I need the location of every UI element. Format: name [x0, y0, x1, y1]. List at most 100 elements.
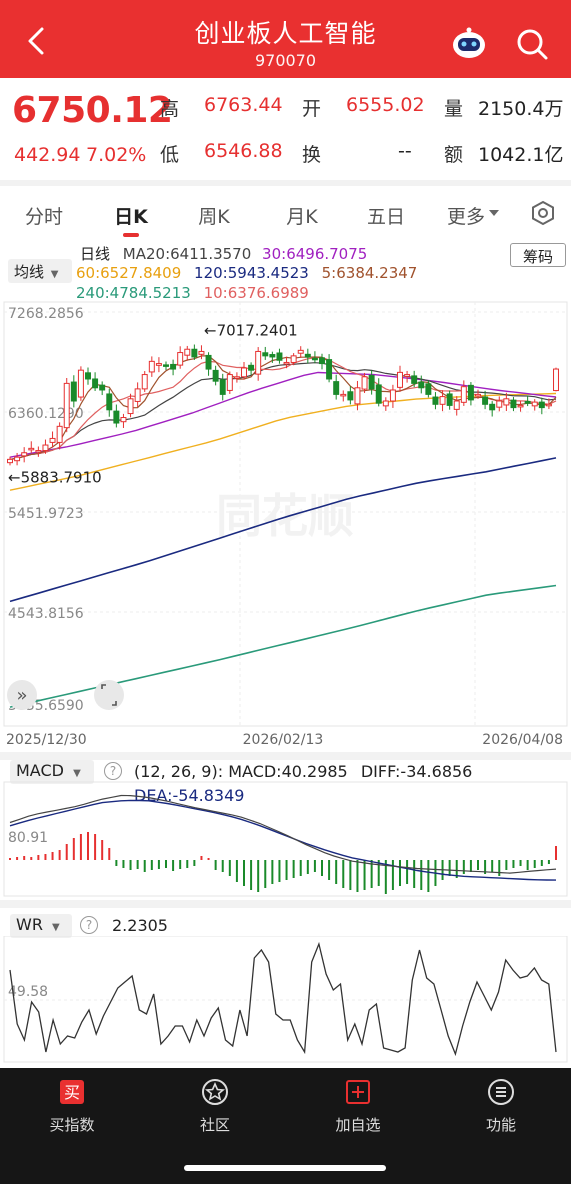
candle-body — [77, 369, 84, 398]
tab-daily-k[interactable]: 日K — [106, 202, 156, 229]
candle-body — [177, 352, 184, 366]
period-label: 日线 — [80, 245, 111, 263]
volume-value: 2150.4万 — [478, 98, 564, 120]
y-axis-label: 5451.9723 — [8, 506, 84, 522]
candle-body — [425, 383, 432, 395]
candle-body — [85, 372, 91, 380]
candle-body — [226, 374, 233, 391]
candle-body — [219, 379, 226, 395]
candle-body — [233, 376, 240, 379]
candle-body — [375, 384, 382, 404]
double-chevron-icon: » — [16, 685, 27, 706]
candle-body — [7, 458, 13, 464]
macd-legend: (12, 26, 9): MACD:40.2985 DIFF:-34.6856 — [134, 762, 472, 781]
community-icon — [202, 1079, 228, 1105]
ma30-value: 30:6496.7075 — [262, 245, 368, 263]
candle-body — [304, 353, 311, 358]
candle-body — [517, 404, 524, 408]
candle-body — [255, 350, 262, 375]
ma240-line — [9, 584, 557, 708]
candle-body — [49, 437, 56, 443]
wr-selector[interactable]: WR ▼ — [10, 914, 72, 938]
candle-body — [106, 393, 113, 411]
help-icon[interactable]: ? — [80, 916, 98, 934]
nav-label: 功能 — [485, 1116, 516, 1134]
kline-chart[interactable]: 同花顺7268.28566360.12905451.97234543.81563… — [0, 300, 571, 756]
ma20-value: MA20:6411.3570 — [122, 245, 252, 263]
ma20-line — [9, 362, 557, 460]
nav-label: 社区 — [199, 1116, 230, 1134]
candle-body — [70, 381, 77, 402]
chevron-down-icon[interactable] — [488, 208, 500, 218]
candle-body — [205, 354, 212, 370]
candle-body — [326, 359, 333, 380]
candle-body — [489, 403, 496, 411]
tab-monthly-k[interactable]: 月K — [276, 202, 328, 229]
candle-body — [524, 400, 531, 404]
candle-body — [198, 350, 205, 355]
macd-axis-label: 80.91 — [8, 830, 48, 846]
open-label: 开 — [302, 98, 322, 120]
macd-chart[interactable]: 80.91 — [0, 780, 571, 900]
watermark: 同花顺 — [216, 489, 354, 543]
ma-selector-label: 均线 — [14, 263, 45, 281]
divider — [0, 900, 571, 908]
candle-body — [354, 387, 361, 405]
wr-chart[interactable]: 49.58 — [0, 936, 571, 1064]
candle-body — [56, 425, 63, 443]
menu-icon — [488, 1079, 514, 1105]
wr-frame — [3, 936, 568, 1063]
home-indicator — [184, 1165, 386, 1171]
macd-label: MACD — [16, 761, 64, 780]
tab-intraday[interactable]: 分时 — [22, 202, 66, 229]
candle-body — [35, 450, 42, 453]
candle-body — [134, 388, 141, 402]
search-icon[interactable] — [514, 26, 550, 62]
candle-body — [92, 378, 99, 389]
candle-body — [333, 381, 340, 395]
candle-body — [283, 361, 290, 365]
candle-body — [496, 400, 503, 408]
robot-assistant-icon[interactable] — [450, 26, 488, 60]
ma5-line — [9, 355, 557, 460]
volume-label: 量 — [444, 98, 464, 120]
help-icon[interactable]: ? — [104, 762, 122, 780]
tab-weekly-k[interactable]: 周K — [188, 202, 240, 229]
candle-body — [553, 368, 559, 392]
candle-body — [113, 410, 120, 424]
nav-community[interactable]: 社区 — [170, 1078, 260, 1135]
nav-functions[interactable]: 功能 — [456, 1078, 546, 1135]
ma120-value: 120:5943.4523 — [194, 264, 309, 282]
tab-more[interactable]: 更多 — [444, 202, 488, 229]
candle-body — [99, 384, 106, 391]
nav-add-watchlist[interactable]: 加自选 — [313, 1078, 403, 1135]
ma5-value: 5:6384.2347 — [321, 264, 418, 282]
tab-five-day[interactable]: 五日 — [364, 202, 408, 229]
chip-distribution-button[interactable]: 筹码 — [510, 243, 566, 267]
candle-body — [439, 396, 446, 405]
candle-body — [148, 360, 155, 373]
caret-down-icon: ▼ — [52, 922, 60, 933]
candle-body — [503, 398, 510, 406]
candle-body — [453, 400, 460, 410]
candle-body — [475, 393, 481, 397]
candle-body — [269, 354, 276, 358]
candle-body — [397, 371, 403, 388]
candle-body — [510, 399, 517, 409]
candle-body — [212, 369, 219, 382]
caret-down-icon: ▼ — [73, 768, 81, 779]
candle-body — [14, 456, 21, 462]
amount-label: 额 — [444, 144, 464, 166]
candle-body — [184, 348, 191, 356]
nav-buy-index[interactable]: 买 买指数 — [27, 1078, 117, 1135]
candle-body — [290, 355, 297, 363]
high-label: 高 — [160, 98, 180, 120]
settings-icon[interactable] — [530, 200, 556, 226]
price-change: 442.94 — [14, 144, 81, 166]
candle-body — [404, 374, 411, 377]
candle-body — [432, 396, 439, 405]
candle-body — [347, 391, 354, 401]
nav-label: 加自选 — [335, 1116, 381, 1134]
period-tabs: 分时 日K 周K 月K 五日 更多 — [0, 186, 571, 240]
ma-selector[interactable]: 均线 ▼ — [8, 259, 72, 283]
